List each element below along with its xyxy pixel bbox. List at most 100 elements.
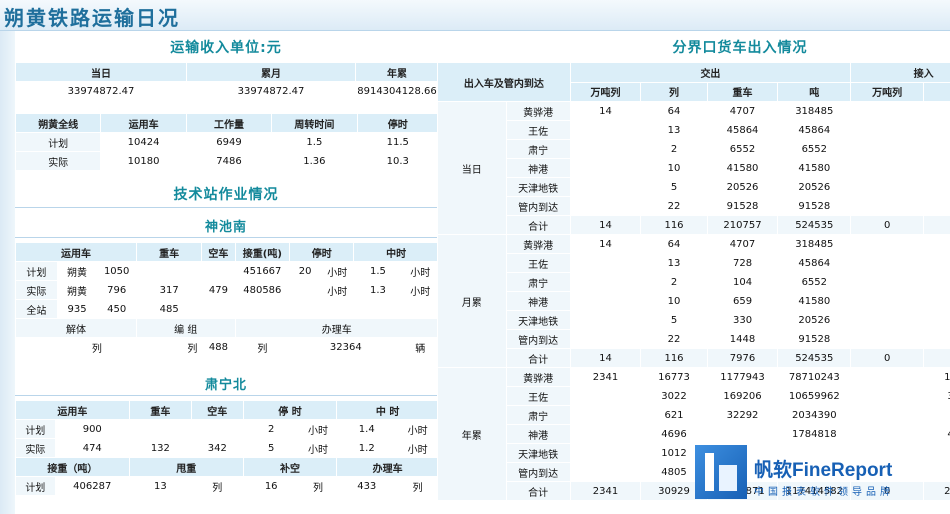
shenchi-cell: 1050	[97, 262, 136, 280]
destination-label: 管内到达	[506, 197, 570, 215]
table-cell: 109	[924, 349, 950, 367]
table-cell	[924, 330, 950, 348]
suning-cell: 列	[191, 477, 243, 495]
table-cell	[570, 159, 641, 177]
table-cell: 2	[924, 273, 950, 291]
suning-cell: 小时	[397, 439, 438, 457]
suning-cell: 16	[243, 477, 299, 495]
table-row: 合计1411679765245350109	[438, 349, 950, 367]
table-cell	[851, 425, 924, 443]
destination-label: 王佐	[506, 387, 570, 405]
table-cell: 21	[924, 197, 950, 215]
period-label: 年累	[438, 368, 506, 500]
table-cell: 621	[641, 406, 707, 424]
suning-header-mid: 中 时	[337, 401, 438, 419]
suning-table: 运用车 重车 空车 停 时 中 时 计划 900 2 小时 1.4 小时 实际 …	[15, 400, 439, 496]
table-cell: 10	[641, 292, 707, 310]
suning-cell: 13	[129, 477, 191, 495]
shenchi-cell: 796	[97, 281, 136, 299]
border-section-title: 分界口货车出入情况	[672, 40, 808, 56]
table-row: 王佐13458644586413	[438, 121, 950, 139]
suning-plan-label: 计划	[16, 420, 55, 438]
table-cell: 13	[641, 254, 707, 272]
table-cell: 14	[570, 235, 641, 253]
table-cell	[570, 121, 641, 139]
table-cell: 20526	[707, 178, 778, 196]
table-cell	[570, 330, 641, 348]
table-row: 天津地铁 533020526 6	[438, 311, 950, 329]
table-cell: 45864	[707, 121, 778, 139]
table-cell	[570, 444, 641, 462]
table-cell: 130	[924, 216, 950, 234]
border-table: 出入车及管内到达 交出 接入 万吨列 列 重车 吨 万吨列 列 当日黄骅港146…	[437, 62, 950, 501]
destination-label: 神港	[506, 292, 570, 310]
table-cell	[570, 387, 641, 405]
table-cell	[570, 463, 641, 481]
shenchi-cell: 朔黄	[57, 281, 97, 299]
table-cell	[851, 273, 924, 291]
border-group-out: 交出	[570, 63, 851, 82]
shenchi-cell	[202, 262, 235, 280]
income-header-day: 当日	[16, 63, 186, 81]
table-cell: 16773	[641, 368, 707, 386]
table-cell: 3022	[641, 387, 707, 405]
table-row: 天津地铁520526205266	[438, 178, 950, 196]
suning-cell: 小时	[299, 439, 337, 457]
suning-cell	[129, 420, 191, 438]
table-cell: 10	[924, 159, 950, 177]
table-cell: 2	[641, 273, 707, 291]
table-cell: 2341	[570, 368, 641, 386]
period-label: 月累	[438, 235, 506, 367]
suning-cell: 433	[337, 477, 397, 495]
table-cell: 318485	[778, 102, 851, 120]
table-cell: 41580	[707, 159, 778, 177]
table-cell: 4707	[707, 235, 778, 253]
table-cell: 20526	[778, 311, 851, 329]
suning-header-cars: 运用车	[16, 401, 129, 419]
table-cell	[851, 102, 924, 120]
income-section-title: 运输收入单位:元	[170, 40, 282, 56]
table-cell: 91528	[707, 197, 778, 215]
table-cell: 6552	[707, 140, 778, 158]
table-cell	[570, 311, 641, 329]
suning-header-fill: 补空	[243, 458, 337, 476]
shenchi-unit: 辆	[402, 338, 438, 356]
table-row: 管内到达 22 1448 91528	[438, 330, 950, 348]
table-cell	[570, 140, 641, 158]
suning-cell: 1.2	[337, 439, 397, 457]
shenchi-cell: 1.3	[354, 281, 402, 299]
income-table: 当日 累月 年累 33974872.47 33974872.47 8914304…	[15, 62, 439, 101]
destination-label: 王佐	[506, 254, 570, 272]
table-cell	[851, 330, 924, 348]
table-cell: 1784818	[778, 425, 851, 443]
income-value-month: 33974872.47	[187, 82, 355, 100]
destination-label: 天津地铁	[506, 311, 570, 329]
table-cell: 13	[924, 254, 950, 272]
suning-cell: 小时	[397, 420, 438, 438]
suning-header-drop: 甩重	[129, 458, 243, 476]
table-cell: 20526	[778, 178, 851, 196]
shenchi-cell: 480586	[235, 281, 290, 299]
destination-label: 合计	[506, 349, 570, 367]
shenchi-actual-label: 实际	[16, 281, 57, 299]
line-row-actual-cell: 10.3	[357, 152, 438, 170]
table-cell: 2	[924, 140, 950, 158]
line-row-plan-cell: 10424	[101, 133, 186, 151]
table-cell	[851, 254, 924, 272]
table-cell	[570, 197, 641, 215]
suning-header-handle: 办理车	[337, 458, 438, 476]
table-cell: 10	[641, 159, 707, 177]
shenchi-cell: 小时	[402, 262, 438, 280]
table-cell: 41580	[778, 292, 851, 310]
income-value-day: 33974872.47	[16, 82, 186, 100]
shenchi-cell: 20	[290, 262, 321, 280]
table-cell	[570, 425, 641, 443]
table-cell: 6552	[778, 140, 851, 158]
shenchi-cell: 485	[136, 300, 202, 318]
table-cell: 2034390	[778, 406, 851, 424]
table-row: 年累黄骅港23411677311779437871024319132	[438, 368, 950, 500]
table-cell: 1177943	[707, 368, 778, 386]
suning-plan2-label: 计划	[16, 477, 55, 495]
table-cell: 524535	[778, 349, 851, 367]
table-row: 月累黄骅港1464470731848578	[438, 235, 950, 367]
